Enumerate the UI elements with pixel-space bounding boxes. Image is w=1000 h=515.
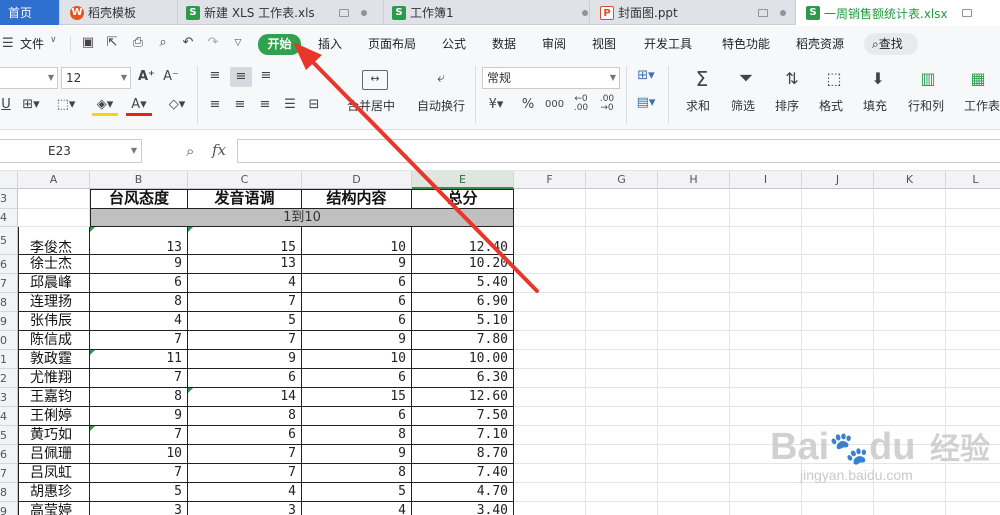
arrow-shaft bbox=[303, 52, 539, 293]
watermark-brand: Bai bbox=[770, 426, 830, 468]
baidu-watermark: Bai🐾du 经验 bbox=[770, 424, 990, 469]
paw-icon: 🐾 bbox=[829, 430, 869, 466]
watermark-brand2: du bbox=[868, 426, 916, 468]
watermark-url: jingyan.baidu.com bbox=[800, 467, 913, 483]
watermark-cn: 经验 bbox=[929, 433, 990, 466]
